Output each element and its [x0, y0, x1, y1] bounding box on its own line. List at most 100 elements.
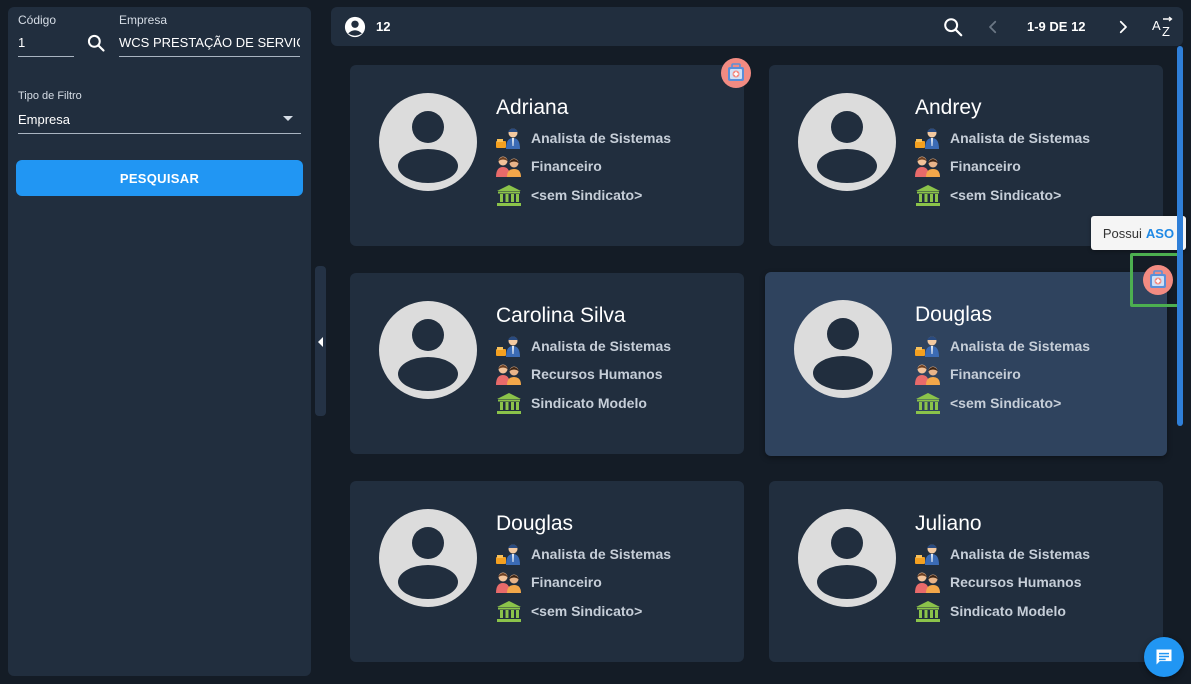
- worker-icon: [915, 127, 941, 149]
- employee-card[interactable]: Juliano Analista de Sistemas Recursos Hu…: [769, 481, 1163, 662]
- role-text: Analista de Sistemas: [950, 338, 1091, 354]
- account-circle-icon: [344, 16, 366, 38]
- role-text: Analista de Sistemas: [531, 130, 672, 146]
- bank-building-icon: [496, 184, 522, 206]
- employee-name: Douglas: [915, 303, 993, 326]
- people-group-icon: [496, 363, 522, 385]
- union-text: <sem Sindicato>: [950, 395, 1062, 411]
- people-group-icon: [915, 571, 941, 593]
- employee-department: Financeiro: [915, 155, 1021, 177]
- codigo-label: Código: [18, 13, 57, 27]
- worker-icon: [915, 335, 941, 357]
- bank-building-icon: [915, 600, 941, 622]
- employee-role: Analista de Sistemas: [496, 335, 671, 357]
- department-text: Recursos Humanos: [531, 366, 663, 382]
- employee-union: Sindicato Modelo: [496, 392, 647, 414]
- department-text: Recursos Humanos: [950, 574, 1082, 590]
- filter-panel: Código 1 Empresa WCS PRESTAÇÃO DE SERVIÇ…: [8, 7, 311, 676]
- employee-name: Carolina Silva: [496, 304, 626, 327]
- avatar-icon: [798, 509, 896, 607]
- sort-alpha-icon[interactable]: A Z: [1151, 15, 1175, 39]
- role-text: Analista de Sistemas: [950, 130, 1091, 146]
- svg-text:A: A: [1152, 18, 1161, 33]
- result-count: 12: [376, 19, 391, 34]
- results-scrollbar[interactable]: [1177, 46, 1183, 426]
- employee-role: Analista de Sistemas: [496, 543, 671, 565]
- people-group-icon: [496, 155, 522, 177]
- role-text: Analista de Sistemas: [950, 546, 1091, 562]
- avatar-icon: [794, 300, 892, 398]
- employee-card[interactable]: Adriana Analista de Sistemas Financeiro …: [350, 65, 744, 246]
- pagination-label: 1-9 DE 12: [1027, 19, 1086, 34]
- union-text: <sem Sindicato>: [950, 187, 1062, 203]
- employee-union: Sindicato Modelo: [915, 600, 1066, 622]
- role-text: Analista de Sistemas: [531, 546, 672, 562]
- avatar-icon: [379, 301, 477, 399]
- empresa-input[interactable]: WCS PRESTAÇÃO DE SERVIÇOS: [119, 35, 300, 50]
- people-group-icon: [915, 155, 941, 177]
- bank-building-icon: [915, 184, 941, 206]
- union-text: Sindicato Modelo: [950, 603, 1066, 619]
- medical-kit-icon[interactable]: [1143, 265, 1173, 295]
- employee-department: Recursos Humanos: [496, 363, 662, 385]
- department-text: Financeiro: [531, 574, 602, 590]
- employee-role: Analista de Sistemas: [915, 543, 1090, 565]
- employee-department: Financeiro: [496, 571, 602, 593]
- chat-icon: [1156, 649, 1172, 665]
- employee-union: <sem Sindicato>: [915, 392, 1061, 414]
- union-text: <sem Sindicato>: [531, 187, 643, 203]
- search-icon[interactable]: [86, 33, 106, 53]
- department-text: Financeiro: [950, 366, 1021, 382]
- employee-name: Adriana: [496, 96, 569, 119]
- employee-union: <sem Sindicato>: [496, 184, 642, 206]
- employee-role: Analista de Sistemas: [915, 335, 1090, 357]
- medical-kit-icon[interactable]: [721, 58, 751, 88]
- codigo-underline: [18, 56, 74, 57]
- avatar-icon: [379, 509, 477, 607]
- worker-icon: [915, 543, 941, 565]
- employee-card[interactable]: Carolina Silva Analista de Sistemas Recu…: [350, 273, 744, 454]
- chevron-left-icon: [318, 337, 323, 347]
- tipo-filtro-select[interactable]: Empresa: [18, 112, 268, 127]
- tipo-filtro-underline: [18, 133, 301, 134]
- svg-text:Z: Z: [1162, 24, 1170, 39]
- search-icon[interactable]: [942, 16, 964, 38]
- employee-card-hovered[interactable]: Douglas Analista de Sistemas Financeiro …: [765, 272, 1167, 456]
- aso-tooltip: Possui ASO: [1091, 216, 1186, 250]
- pesquisar-button[interactable]: PESQUISAR: [16, 160, 303, 196]
- avatar-icon: [798, 93, 896, 191]
- employee-name: Douglas: [496, 512, 574, 535]
- employee-name: Andrey: [915, 96, 982, 119]
- bank-building-icon: [496, 392, 522, 414]
- chat-button[interactable]: [1144, 637, 1184, 677]
- chevron-left-icon[interactable]: [984, 18, 1002, 36]
- codigo-input[interactable]: 1: [18, 35, 74, 50]
- people-group-icon: [496, 571, 522, 593]
- results-toolbar: 12 1-9 DE 12 A Z: [331, 7, 1183, 46]
- avatar-icon: [379, 93, 477, 191]
- worker-icon: [496, 335, 522, 357]
- employee-role: Analista de Sistemas: [915, 127, 1090, 149]
- department-text: Financeiro: [950, 158, 1021, 174]
- employee-department: Financeiro: [915, 363, 1021, 385]
- empresa-underline: [119, 56, 300, 57]
- chevron-right-icon[interactable]: [1114, 18, 1132, 36]
- empresa-label: Empresa: [119, 13, 168, 27]
- bank-building-icon: [915, 392, 941, 414]
- people-group-icon: [915, 363, 941, 385]
- employee-union: <sem Sindicato>: [915, 184, 1061, 206]
- union-text: <sem Sindicato>: [531, 603, 643, 619]
- worker-icon: [496, 543, 522, 565]
- role-text: Analista de Sistemas: [531, 338, 672, 354]
- employee-role: Analista de Sistemas: [496, 127, 671, 149]
- tipo-filtro-label: Tipo de Filtro: [18, 90, 82, 102]
- employee-card[interactable]: Douglas Analista de Sistemas Financeiro …: [350, 481, 744, 662]
- collapse-panel-handle[interactable]: [315, 266, 326, 416]
- employee-department: Financeiro: [496, 155, 602, 177]
- tooltip-text: Possui: [1102, 225, 1142, 241]
- union-text: Sindicato Modelo: [531, 395, 647, 411]
- dropdown-arrow-icon[interactable]: [283, 116, 293, 121]
- department-text: Financeiro: [531, 158, 602, 174]
- employee-union: <sem Sindicato>: [496, 600, 642, 622]
- bank-building-icon: [496, 600, 522, 622]
